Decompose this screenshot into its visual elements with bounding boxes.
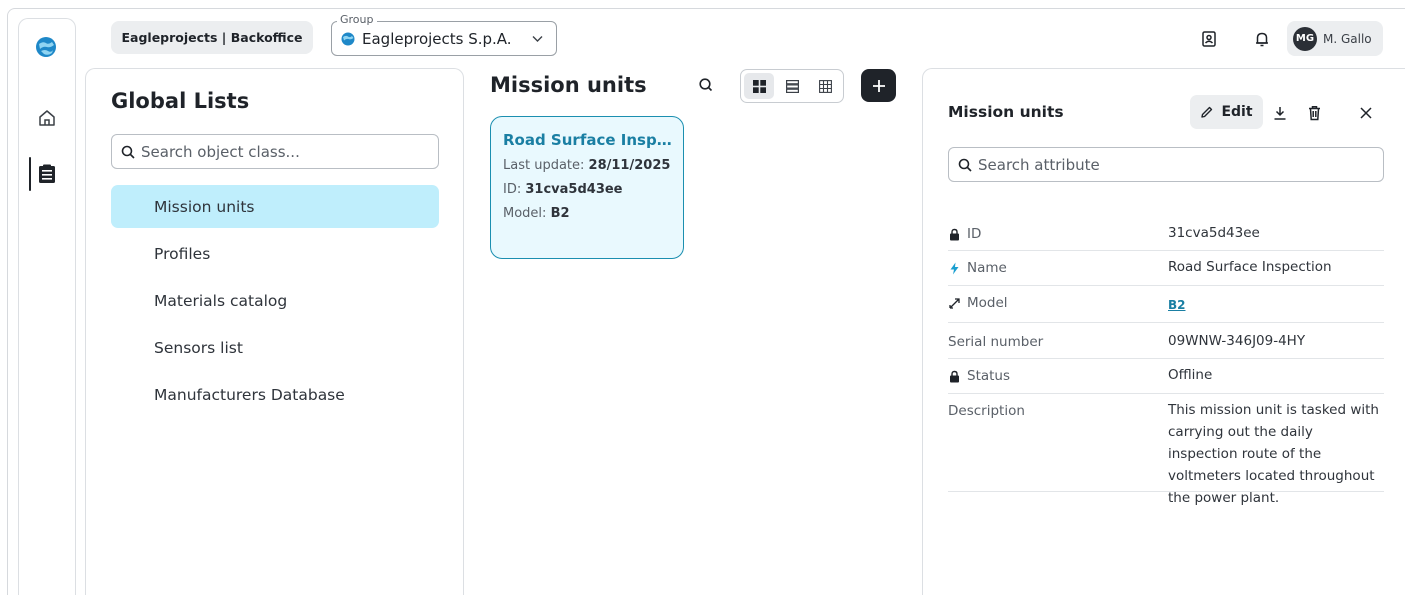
- object-class-search-input[interactable]: [141, 142, 438, 161]
- attribute-row-description: Description This mission unit is tasked …: [948, 396, 1384, 506]
- attribute-value: Road Surface Inspection: [1168, 259, 1332, 275]
- view-mode-toggle: [740, 69, 844, 103]
- attribute-value: Offline: [1168, 367, 1213, 383]
- attribute-value: 09WNW-346J09-4HY: [1168, 333, 1306, 349]
- attribute-row-name: Name Road Surface Inspection: [948, 253, 1384, 286]
- attribute-search[interactable]: [948, 147, 1384, 182]
- global-lists-title: Global Lists: [111, 89, 250, 113]
- list-item-manufacturers-database[interactable]: Manufacturers Database: [111, 373, 439, 416]
- mission-unit-card[interactable]: Road Surface Inspect... Last update: 28/…: [490, 116, 684, 259]
- user-name: M. Gallo: [1323, 31, 1372, 46]
- nav-rail: [18, 18, 76, 595]
- attribute-key: Model: [967, 295, 1008, 311]
- group-label: Group: [337, 13, 377, 26]
- add-button[interactable]: [861, 69, 896, 102]
- card-id-value: 31cva5d43ee: [525, 182, 623, 197]
- list-view-button[interactable]: [777, 73, 807, 99]
- list-item-materials-catalog[interactable]: Materials catalog: [111, 279, 439, 322]
- attribute-key: Serial number: [948, 334, 1044, 350]
- attribute-search-input[interactable]: [978, 155, 1383, 174]
- lock-icon: [950, 370, 959, 383]
- attribute-key: Description: [948, 403, 1025, 419]
- bell-icon[interactable]: [1253, 30, 1271, 48]
- attribute-value: 31cva5d43ee: [1168, 225, 1260, 241]
- grid-icon: [752, 79, 766, 93]
- attribute-row-model: Model B2: [948, 288, 1384, 323]
- attribute-row-id: ID 31cva5d43ee: [948, 219, 1384, 251]
- attribute-key: Name: [967, 260, 1007, 276]
- list-view-icon: [785, 79, 799, 93]
- plus-icon: [872, 79, 885, 92]
- link-arrows-icon: [949, 298, 960, 309]
- bolt-icon: [950, 262, 959, 275]
- table-icon: [818, 79, 832, 93]
- card-last-update-label: Last update:: [503, 158, 585, 173]
- active-nav-indicator: [29, 157, 31, 191]
- user-menu[interactable]: MG M. Gallo: [1287, 21, 1383, 56]
- address-book-icon[interactable]: [1200, 30, 1218, 48]
- pencil-icon: [1201, 106, 1213, 118]
- search-icon[interactable]: [697, 76, 715, 94]
- table-view-button[interactable]: [810, 73, 840, 99]
- home-icon[interactable]: [37, 108, 57, 128]
- attribute-value: This mission unit is tasked with carryin…: [1168, 402, 1379, 506]
- backoffice-brand-button[interactable]: Eagleprojects | Backoffice: [111, 21, 313, 54]
- object-class-search[interactable]: [111, 134, 439, 169]
- search-icon: [121, 145, 135, 159]
- card-last-update-value: 28/11/2025: [588, 158, 671, 173]
- model-link[interactable]: B2: [1168, 288, 1384, 322]
- list-item-mission-units[interactable]: Mission units: [111, 185, 439, 228]
- list-icon[interactable]: [38, 164, 56, 184]
- list-item-profiles[interactable]: Profiles: [111, 232, 439, 275]
- chevron-down-icon: [532, 36, 543, 42]
- edit-label: Edit: [1221, 104, 1253, 120]
- close-icon[interactable]: [1359, 106, 1373, 120]
- download-icon[interactable]: [1272, 105, 1288, 121]
- detail-title: Mission units: [948, 103, 1064, 121]
- group-value: Eagleprojects S.p.A.: [362, 29, 512, 48]
- lock-icon: [950, 228, 959, 241]
- grid-view-button[interactable]: [744, 73, 774, 99]
- card-model-label: Model:: [503, 206, 547, 221]
- attribute-row-serial-number: Serial number 09WNW-346J09-4HY: [948, 327, 1384, 359]
- card-last-update: Last update: 28/11/2025: [503, 158, 683, 173]
- card-model: Model: B2: [503, 206, 683, 221]
- mission-units-title: Mission units: [490, 73, 647, 97]
- globe-icon: [341, 32, 355, 45]
- trash-icon[interactable]: [1307, 105, 1322, 121]
- card-title: Road Surface Inspect...: [503, 131, 679, 149]
- avatar: MG: [1293, 26, 1317, 51]
- list-item-sensors-list[interactable]: Sensors list: [111, 326, 439, 369]
- edit-button[interactable]: Edit: [1190, 95, 1263, 129]
- card-id-label: ID:: [503, 182, 522, 197]
- attribute-key: ID: [967, 226, 982, 242]
- attribute-key: Status: [967, 368, 1011, 384]
- attribute-row-status: Status Offline: [948, 361, 1384, 394]
- globe-logo-icon[interactable]: [35, 36, 57, 58]
- group-select[interactable]: Eagleprojects S.p.A.: [331, 21, 557, 56]
- detail-panel: Mission units Edit ID 31cva5d43ee Name R…: [922, 68, 1405, 595]
- search-icon: [958, 158, 972, 172]
- card-id: ID: 31cva5d43ee: [503, 182, 683, 197]
- global-lists-panel: Global Lists Mission units Profiles Mate…: [85, 68, 464, 595]
- card-model-value: B2: [550, 206, 570, 221]
